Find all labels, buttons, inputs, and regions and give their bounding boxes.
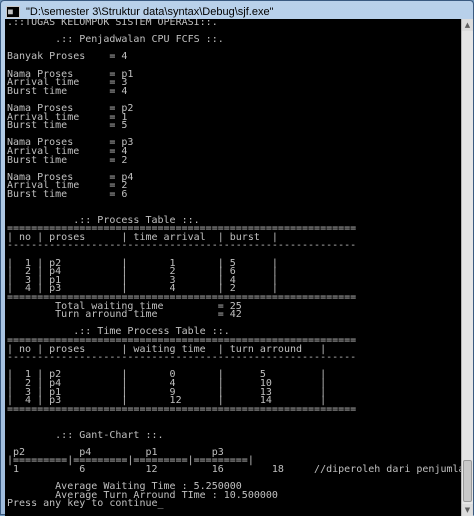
console-text: .::TUGAS KELOMPOK SISTEM OPERASI::. .:: … [5,19,463,509]
console-output[interactable]: .::TUGAS KELOMPOK SISTEM OPERASI::. .:: … [5,19,463,516]
console-line: ----------------------------------------… [7,240,357,252]
console-line: Burst time = 6 [7,188,128,200]
console-line: Burst time = 5 [7,120,128,132]
console-line: Banyak Proses = 4 [7,51,128,63]
scroll-up-arrow-icon[interactable]: ▲ [462,19,473,31]
console-line: ----------------------------------------… [7,352,357,364]
console-window: ■ "D:\semester 3\Struktur data\syntax\De… [0,0,474,516]
console-line: .::TUGAS KELOMPOK SISTEM OPERASI::. [7,19,218,28]
console-app-icon[interactable]: ■ [6,6,20,18]
console-line: Burst time = 2 [7,154,128,166]
window-title: "D:\semester 3\Struktur data\syntax\Debu… [26,6,274,18]
console-line: Burst time = 4 [7,85,128,97]
console-line: .:: Gant-Chart ::. [7,429,164,441]
console-line: ========================================… [7,403,357,415]
console-line: Turn arround time = 42 [7,309,242,321]
console-line: 1 6 12 16 18 //diperoleh dari penjumlaha… [13,463,463,475]
console-line: .:: Penjadwalan CPU FCFS ::. [7,34,224,46]
vertical-scrollbar[interactable]: ▲ ▼ [461,19,473,516]
console-line: Press any key to continue_ [7,498,164,510]
scroll-down-arrow-icon[interactable]: ▼ [462,504,473,516]
scrollbar-thumb[interactable] [463,460,472,502]
